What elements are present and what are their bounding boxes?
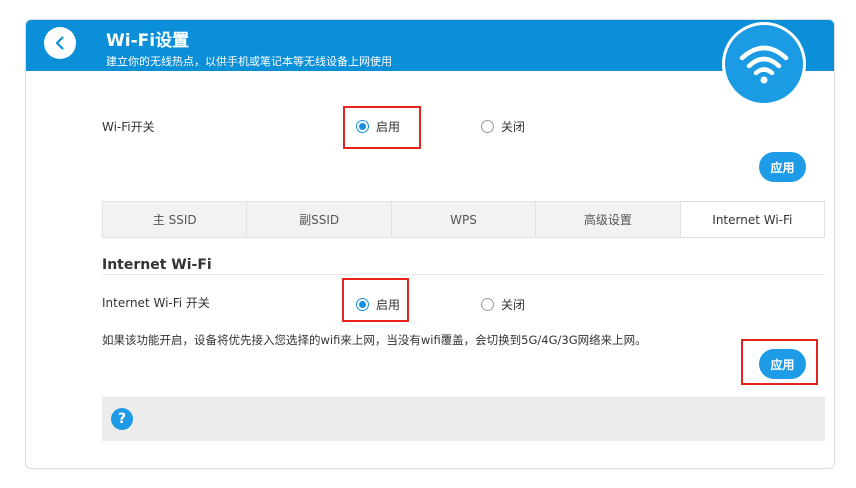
wifi-apply-button[interactable]: 应用 (759, 152, 806, 182)
help-icon[interactable]: ? (111, 408, 133, 430)
section-title: Internet Wi-Fi (102, 257, 212, 273)
page-subtitle: 建立你的无线热点，以供手机或笔记本等无线设备上网使用 (106, 55, 392, 68)
internet-wifi-disable-label: 关闭 (501, 298, 526, 312)
wifi-badge (722, 22, 806, 106)
settings-tabs: 主 SSID 副SSID WPS 高级设置 Internet Wi-Fi (102, 201, 825, 238)
internet-wifi-description: 如果该功能开启，设备将优先接入您选择的wifi来上网，当没有wifi覆盖，会切换… (102, 333, 647, 347)
section-divider (102, 274, 825, 275)
page-title: Wi-Fi设置 (106, 31, 190, 51)
highlight-box-apply (741, 339, 818, 385)
internet-wifi-disable-radio[interactable]: 关闭 (481, 296, 525, 313)
highlight-box-wifi-enable (343, 106, 421, 149)
tab-main-ssid[interactable]: 主 SSID (103, 202, 248, 237)
radio-unchecked-icon (481, 298, 494, 311)
tab-advanced[interactable]: 高级设置 (536, 202, 681, 237)
wifi-disable-label: 关闭 (501, 120, 526, 134)
help-bar: ? (102, 397, 825, 441)
page-header: Wi-Fi设置 建立你的无线热点，以供手机或笔记本等无线设备上网使用 (26, 20, 834, 71)
tab-sub-ssid[interactable]: 副SSID (247, 202, 392, 237)
highlight-box-internet-wifi-enable (342, 278, 409, 322)
chevron-left-icon (55, 36, 64, 50)
tab-internet-wifi[interactable]: Internet Wi-Fi (680, 202, 825, 237)
radio-unchecked-icon (481, 120, 494, 133)
wifi-switch-label: Wi-Fi开关 (102, 120, 155, 134)
tab-wps[interactable]: WPS (392, 202, 537, 237)
wifi-icon (739, 45, 789, 84)
back-button[interactable] (44, 27, 76, 59)
internet-wifi-switch-label: Internet Wi-Fi 开关 (102, 296, 210, 310)
wifi-disable-radio[interactable]: 关闭 (481, 118, 525, 135)
